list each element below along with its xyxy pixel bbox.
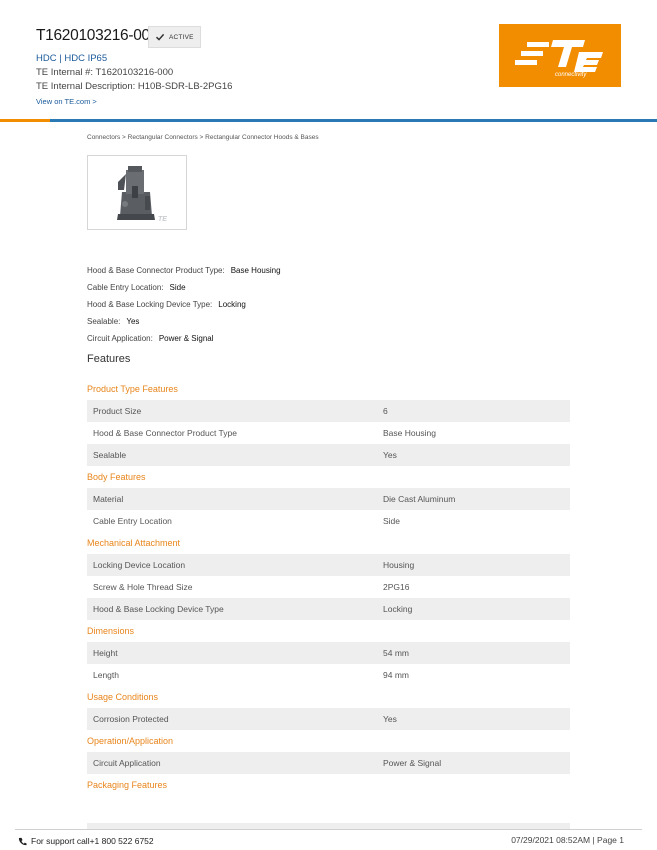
feature-name: Material <box>93 494 124 504</box>
attribute-label: Circuit Application: <box>87 334 153 343</box>
status-label: ACTIVE <box>169 33 194 41</box>
feature-name: Circuit Application <box>93 758 161 768</box>
internal-number: TE Internal #: T1620103216-000 <box>36 67 174 78</box>
attribute-row: Hood & Base Locking Device Type: Locking <box>87 296 281 313</box>
connector-housing-illustration <box>117 166 155 220</box>
attribute-value: Base Housing <box>230 266 281 275</box>
attribute-row: Sealable: Yes <box>87 313 281 330</box>
table-row: Product Size 6 <box>87 400 570 422</box>
table-row: Circuit Application Power & Signal <box>87 752 570 774</box>
feature-group-title: Mechanical Attachment <box>87 538 181 548</box>
feature-group-title: Packaging Features <box>87 780 168 790</box>
product-image: TE <box>87 155 187 230</box>
status-badge: ACTIVE <box>148 26 201 48</box>
feature-group-title: Dimensions <box>87 626 135 636</box>
attribute-value: Yes <box>126 317 140 326</box>
feature-value: 54 mm <box>383 648 409 658</box>
feature-value: Base Housing <box>383 428 436 438</box>
feature-name: Product Size <box>93 406 142 416</box>
feature-value: Yes <box>383 714 397 724</box>
footer-divider <box>15 829 642 830</box>
feature-value: 6 <box>383 406 388 416</box>
attribute-label: Cable Entry Location: <box>87 283 164 292</box>
header-divider-accent <box>0 119 50 122</box>
feature-value: Power & Signal <box>383 758 442 768</box>
feature-group-title: Operation/Application <box>87 736 174 746</box>
table-row: Length 94 mm <box>87 664 570 686</box>
feature-name: Hood & Base Connector Product Type <box>93 428 237 438</box>
part-number: T1620103216-000 <box>36 27 159 44</box>
table-row: Sealable Yes <box>87 444 570 466</box>
series-link-hdc-ip65[interactable]: HDC IP65 <box>64 53 107 64</box>
print-timestamp: 07/29/2021 08:52AM | Page 1 <box>511 835 624 845</box>
logo-tagline: connectivity <box>555 72 587 78</box>
feature-group-title: Body Features <box>87 472 146 482</box>
table-row: Corrosion Protected Yes <box>87 708 570 730</box>
feature-value: Housing <box>383 560 415 570</box>
breadcrumb[interactable]: Connectors > Rectangular Connectors > Re… <box>87 134 319 141</box>
attribute-value: Locking <box>218 300 246 309</box>
feature-name: Cable Entry Location <box>93 516 172 526</box>
attribute-label: Hood & Base Connector Product Type: <box>87 266 225 275</box>
feature-value: Locking <box>383 604 413 614</box>
feature-name: Screw & Hole Thread Size <box>93 582 193 592</box>
table-row: Material Die Cast Aluminum <box>87 488 570 510</box>
feature-group-title: Usage Conditions <box>87 692 159 702</box>
feature-value: 2PG16 <box>383 582 410 592</box>
attribute-row: Circuit Application: Power & Signal <box>87 330 281 347</box>
feature-group-title: Product Type Features <box>87 384 178 394</box>
attribute-label: Sealable: <box>87 317 121 326</box>
feature-name: Height <box>93 648 118 658</box>
table-row: Hood & Base Locking Device Type Locking <box>87 598 570 620</box>
feature-value: Die Cast Aluminum <box>383 494 456 504</box>
feature-name: Length <box>93 670 119 680</box>
table-row: Locking Device Location Housing <box>87 554 570 576</box>
check-icon <box>155 33 165 41</box>
features-heading: Features <box>87 353 131 365</box>
te-connectivity-logo: connectivity <box>499 24 621 87</box>
feature-value: 94 mm <box>383 670 409 680</box>
header-divider <box>0 119 657 122</box>
series-links: HDC | HDC IP65 <box>36 53 107 64</box>
attribute-row: Hood & Base Connector Product Type: Base… <box>87 262 281 279</box>
table-row: Height 54 mm <box>87 642 570 664</box>
attribute-row: Cable Entry Location: Side <box>87 279 281 296</box>
table-row: Hood & Base Connector Product Type Base … <box>87 422 570 444</box>
feature-tables: Product Type Features Product Size 6 Hoo… <box>87 378 570 796</box>
key-attributes: Hood & Base Connector Product Type: Base… <box>87 262 281 347</box>
attribute-value: Side <box>169 283 186 292</box>
view-on-te-link[interactable]: View on TE.com > <box>36 97 97 106</box>
page-header: T1620103216-000 ACTIVE HDC | HDC IP65 TE… <box>0 0 657 122</box>
table-row: Cable Entry Location Side <box>87 510 570 532</box>
support-line: For support call+1 800 522 6752 <box>18 836 154 846</box>
feature-name: Sealable <box>93 450 127 460</box>
attribute-value: Power & Signal <box>158 334 214 343</box>
internal-description: TE Internal Description: H10B-SDR-LB-2PG… <box>36 81 233 92</box>
table-row: Screw & Hole Thread Size 2PG16 <box>87 576 570 598</box>
phone-icon <box>18 837 27 845</box>
series-link-hdc[interactable]: HDC <box>36 53 57 64</box>
support-phone: For support call+1 800 522 6752 <box>31 836 154 846</box>
feature-value: Side <box>383 516 401 526</box>
image-watermark: TE <box>158 216 167 223</box>
feature-name: Corrosion Protected <box>93 714 169 724</box>
feature-name: Hood & Base Locking Device Type <box>93 604 224 614</box>
feature-value: Yes <box>383 450 397 460</box>
feature-name: Locking Device Location <box>93 560 186 570</box>
attribute-label: Hood & Base Locking Device Type: <box>87 300 213 309</box>
